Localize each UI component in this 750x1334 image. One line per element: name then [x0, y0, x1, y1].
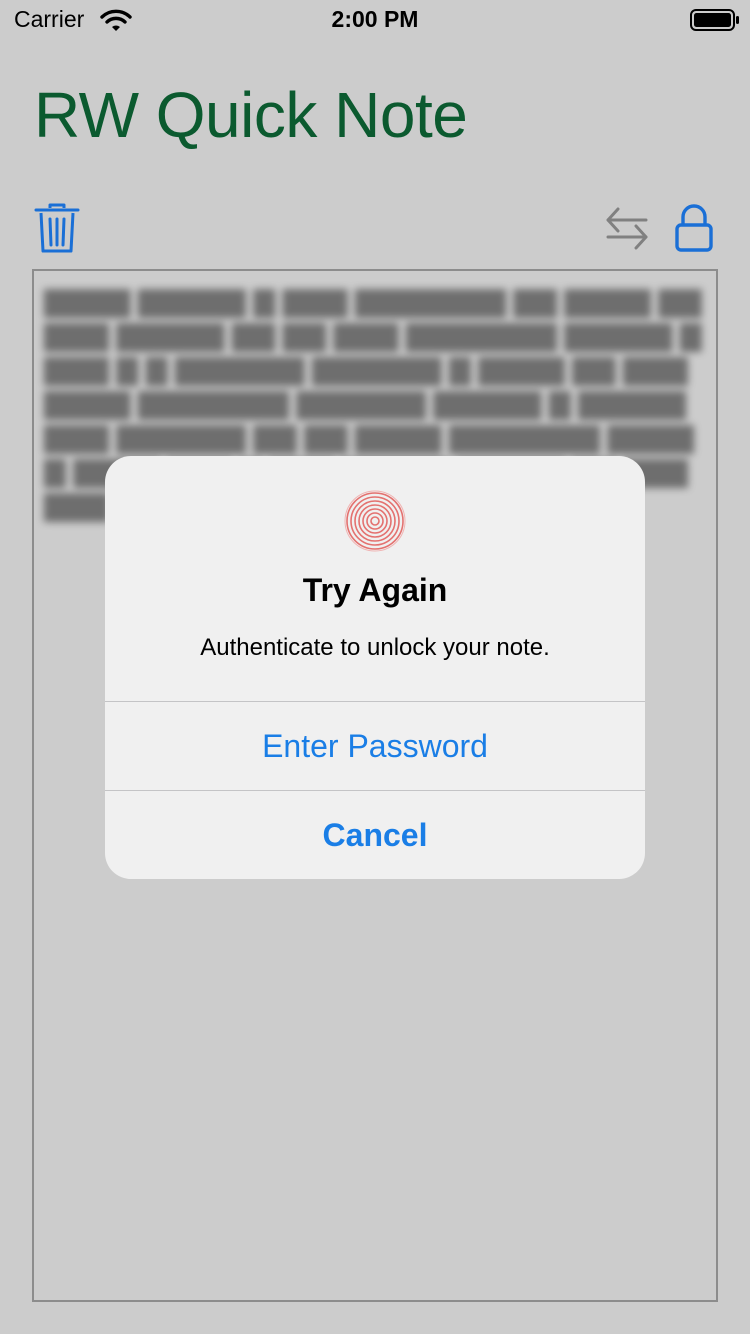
enter-password-button[interactable]: Enter Password — [105, 702, 645, 790]
alert-message: Authenticate to unlock your note. — [200, 634, 550, 661]
alert-title: Try Again — [302, 572, 448, 608]
status-bar: Carrier 2:00 PM — [0, 0, 750, 40]
authentication-alert: Try Again Authenticate to unlock your no… — [105, 456, 645, 879]
fingerprint-icon — [344, 490, 406, 552]
battery-icon — [690, 9, 739, 31]
cancel-button[interactable]: Cancel — [105, 791, 645, 879]
status-time: 2:00 PM — [331, 6, 419, 32]
app-title: RW Quick Note — [34, 79, 468, 151]
lock-icon[interactable] — [674, 204, 714, 252]
trash-icon[interactable] — [34, 202, 80, 254]
swap-arrows-icon[interactable] — [604, 204, 650, 252]
